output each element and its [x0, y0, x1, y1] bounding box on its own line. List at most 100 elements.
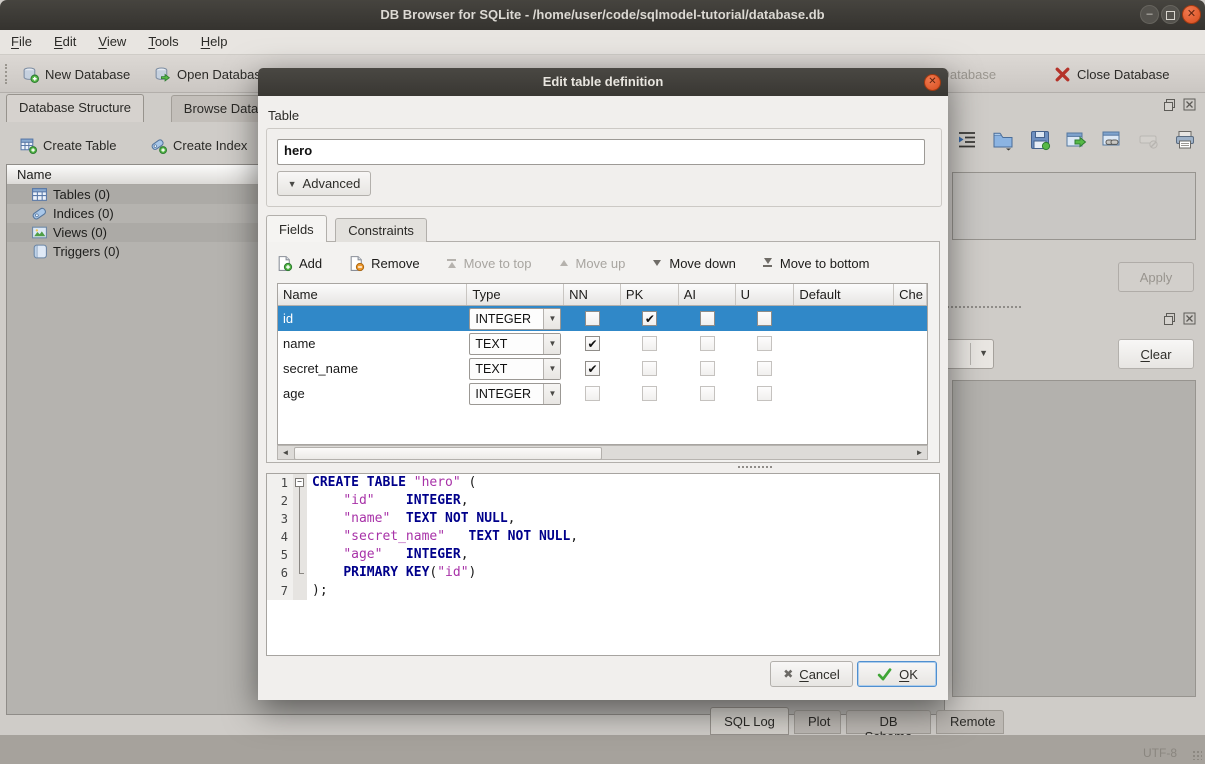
tab-database-structure[interactable]: Database Structure: [6, 94, 144, 122]
pk-checkbox[interactable]: [642, 336, 657, 351]
pk-checkbox[interactable]: [642, 386, 657, 401]
type-combobox[interactable]: TEXT▼: [469, 358, 561, 380]
cancel-button[interactable]: ✖ Cancel: [770, 661, 853, 687]
nn-checkbox[interactable]: [585, 386, 600, 401]
u-checkbox[interactable]: [757, 311, 772, 326]
chevron-down-icon[interactable]: ▼: [543, 334, 560, 354]
chevron-down-icon[interactable]: ▼: [543, 359, 560, 379]
pk-checkbox[interactable]: ✔: [642, 311, 657, 326]
u-checkbox[interactable]: [757, 361, 772, 376]
cell-editor-textarea[interactable]: [952, 172, 1196, 240]
save-icon[interactable]: [1029, 129, 1051, 151]
menu-view[interactable]: View: [87, 30, 137, 49]
column-header-nn[interactable]: NN: [564, 284, 621, 305]
sql-log-textarea[interactable]: [952, 380, 1196, 697]
field-name-cell[interactable]: secret_name: [278, 361, 467, 376]
dock-close-icon[interactable]: [1183, 98, 1196, 111]
menu-file[interactable]: File: [0, 30, 43, 49]
bottom-tab-remote[interactable]: Remote: [936, 710, 1004, 734]
close-button[interactable]: ✕: [1182, 5, 1201, 24]
dock-float-icon[interactable]: [1163, 312, 1176, 325]
move-down-button[interactable]: Move down: [651, 256, 735, 271]
open-database-button[interactable]: Open Database: [150, 61, 272, 87]
horizontal-scrollbar[interactable]: ◄ ►: [277, 445, 928, 460]
tab-browse-data[interactable]: Browse Data: [171, 95, 271, 122]
dialog-close-button[interactable]: ✕: [924, 74, 941, 91]
ai-checkbox[interactable]: [700, 336, 715, 351]
table-name-input[interactable]: hero: [277, 139, 925, 165]
field-name-cell[interactable]: name: [278, 336, 467, 351]
field-name-cell[interactable]: id: [278, 311, 467, 326]
column-header-che[interactable]: Che: [894, 284, 927, 305]
import-icon[interactable]: [992, 129, 1014, 151]
toolbar-drag-handle[interactable]: [5, 64, 11, 84]
ai-checkbox[interactable]: [700, 311, 715, 326]
text-mode-icon[interactable]: [956, 129, 978, 151]
link-icon[interactable]: [1101, 129, 1123, 151]
close-database-button[interactable]: Close Database: [1050, 61, 1174, 87]
scrollbar-thumb[interactable]: [294, 447, 602, 460]
column-header-u[interactable]: U: [736, 284, 795, 305]
chevron-down-icon[interactable]: ▼: [543, 384, 560, 404]
ok-button[interactable]: OK: [857, 661, 937, 687]
dock-float-icon[interactable]: [1163, 98, 1176, 111]
field-type-cell: TEXT▼: [467, 333, 564, 355]
type-combobox[interactable]: INTEGER▼: [469, 383, 561, 405]
move-to-bottom-button[interactable]: Move to bottom: [762, 256, 870, 271]
nn-checkbox[interactable]: ✔: [585, 361, 600, 376]
column-header-type[interactable]: Type: [467, 284, 564, 305]
menu-tools[interactable]: Tools: [137, 30, 189, 49]
pk-checkbox[interactable]: [642, 361, 657, 376]
bottom-tab-plot[interactable]: Plot: [794, 710, 841, 734]
field-row-name[interactable]: nameTEXT▼ ✔: [278, 331, 927, 356]
window-titlebar[interactable]: DB Browser for SQLite - /home/user/code/…: [0, 0, 1205, 30]
sql-preview-editor[interactable]: 1−CREATE TABLE "hero" (2 "id" INTEGER,3 …: [266, 473, 940, 656]
resize-grip[interactable]: [1192, 750, 1202, 760]
new-database-button[interactable]: New Database: [18, 61, 134, 87]
field-row-id[interactable]: idINTEGER▼ ✔: [278, 306, 927, 331]
sql-splitter-handle[interactable]: [738, 466, 772, 468]
close-database-icon: [1054, 66, 1071, 83]
dialog-titlebar[interactable]: Edit table definition: [258, 68, 948, 96]
menu-help[interactable]: Help: [190, 30, 239, 49]
u-checkbox[interactable]: [757, 386, 772, 401]
column-header-ai[interactable]: AI: [679, 284, 736, 305]
dock-splitter-handle[interactable]: [947, 306, 1021, 308]
u-checkbox[interactable]: [757, 336, 772, 351]
field-row-secret_name[interactable]: secret_nameTEXT▼ ✔: [278, 356, 927, 381]
type-combobox[interactable]: INTEGER▼: [469, 308, 561, 330]
column-header-default[interactable]: Default: [794, 284, 894, 305]
maximize-button[interactable]: [1161, 5, 1180, 24]
clear-button[interactable]: Clear: [1118, 339, 1194, 369]
print-icon[interactable]: [1174, 129, 1196, 151]
dialog-tab-constraints[interactable]: Constraints: [335, 218, 427, 242]
bottom-tab-sql-log[interactable]: SQL Log: [710, 707, 789, 735]
dialog-tab-fields[interactable]: Fields: [266, 215, 327, 242]
field-name-cell[interactable]: age: [278, 386, 467, 401]
fields-table-header[interactable]: NameTypeNNPKAIUDefaultChe: [278, 284, 927, 306]
create-table-button[interactable]: Create Table: [16, 132, 120, 158]
ai-checkbox[interactable]: [700, 361, 715, 376]
scroll-right-arrow-icon[interactable]: ►: [912, 446, 927, 459]
nn-checkbox[interactable]: [585, 311, 600, 326]
column-header-pk[interactable]: PK: [621, 284, 679, 305]
column-header-name[interactable]: Name: [278, 284, 467, 305]
fold-collapse-icon[interactable]: −: [295, 478, 304, 487]
dock-close-icon[interactable]: [1183, 312, 1196, 325]
create-index-button[interactable]: Create Index: [146, 132, 251, 158]
nn-checkbox[interactable]: ✔: [585, 336, 600, 351]
ai-checkbox[interactable]: [700, 386, 715, 401]
chevron-down-icon[interactable]: ▼: [543, 309, 560, 329]
close-database-label: Close Database: [1077, 67, 1170, 82]
export-icon[interactable]: [1065, 129, 1087, 151]
add-button[interactable]: Add: [276, 255, 322, 272]
advanced-button[interactable]: ▼ Advanced: [277, 171, 371, 196]
type-combobox[interactable]: TEXT▼: [469, 333, 561, 355]
scroll-left-arrow-icon[interactable]: ◄: [278, 446, 293, 459]
cancel-label: Cancel: [799, 667, 839, 682]
bottom-tab-db-schema[interactable]: DB Schema: [846, 710, 931, 734]
remove-button[interactable]: Remove: [348, 255, 419, 272]
minimize-button[interactable]: –: [1140, 5, 1159, 24]
field-row-age[interactable]: ageINTEGER▼: [278, 381, 927, 406]
menu-edit[interactable]: Edit: [43, 30, 87, 49]
